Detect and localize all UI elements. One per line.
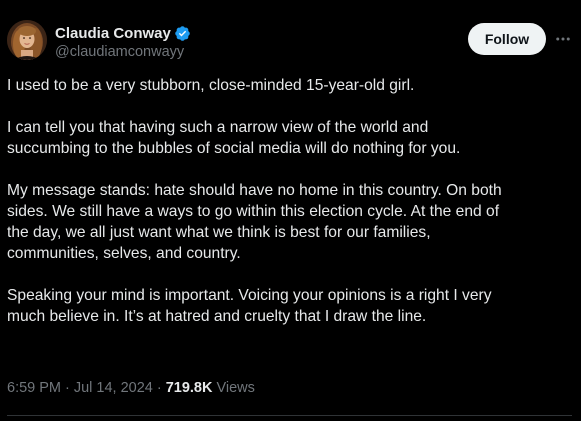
tweet-paragraph: My message stands: hate should have no h… bbox=[7, 182, 502, 262]
meta-separator: · bbox=[65, 380, 70, 396]
tweet-paragraph: Speaking your mind is important. Voicing… bbox=[7, 287, 492, 325]
more-horizontal-icon bbox=[556, 37, 570, 41]
tweet-text: I used to be a very stubborn, close-mind… bbox=[7, 75, 577, 327]
author-name-row: Claudia Conway bbox=[55, 23, 191, 43]
author-handle[interactable]: @claudiamconwayy bbox=[55, 44, 184, 60]
tweet-card: Claudia Conway @claudiamconwayy Follow I… bbox=[0, 0, 581, 421]
follow-button[interactable]: Follow bbox=[468, 23, 546, 55]
more-options-button[interactable] bbox=[551, 27, 575, 51]
tweet-paragraph: I can tell you that having such a narrow… bbox=[7, 119, 461, 157]
meta-separator: · bbox=[156, 380, 162, 396]
tweet-metadata: 6:59 PM · Jul 14, 2024 · 719.8K Views bbox=[7, 380, 255, 396]
tweet-time[interactable]: 6:59 PM bbox=[7, 380, 61, 396]
verified-badge-icon bbox=[174, 25, 191, 42]
tweet-date[interactable]: Jul 14, 2024 bbox=[74, 380, 153, 396]
tweet-paragraph: I used to be a very stubborn, close-mind… bbox=[7, 77, 415, 94]
avatar[interactable] bbox=[7, 20, 47, 60]
author-display-name[interactable]: Claudia Conway bbox=[55, 25, 171, 42]
views-label: Views bbox=[216, 380, 255, 396]
profile-photo-icon bbox=[7, 20, 47, 60]
views-count[interactable]: 719.8K bbox=[166, 380, 213, 396]
divider bbox=[7, 415, 572, 416]
